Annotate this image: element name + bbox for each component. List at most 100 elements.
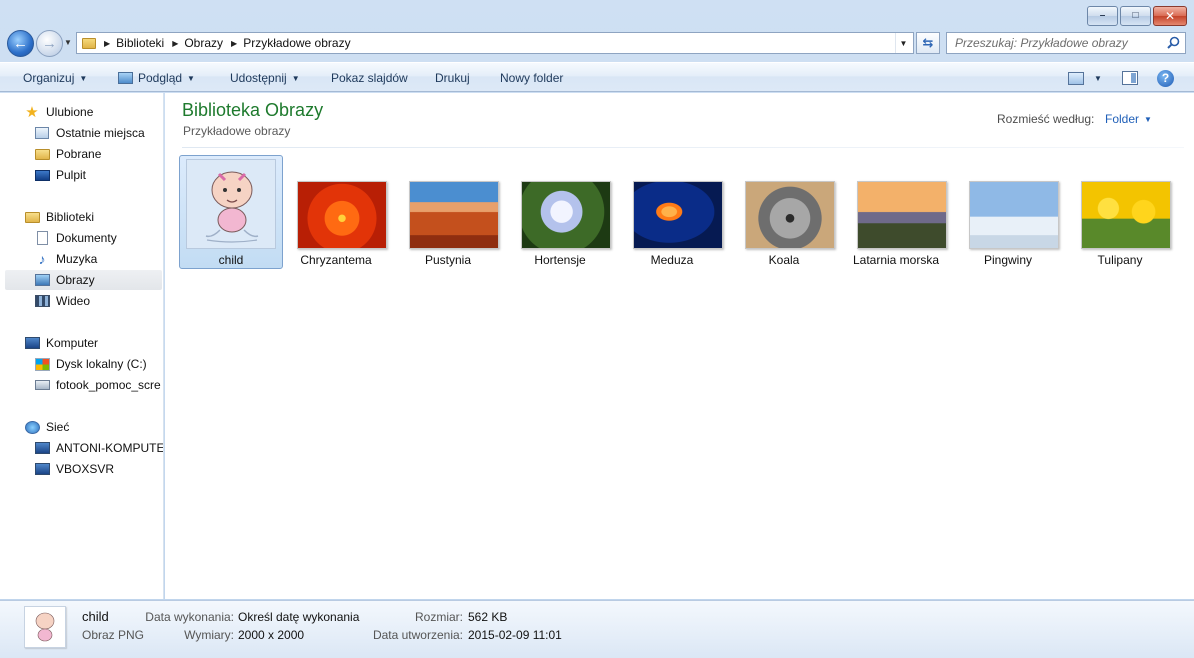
- file-name: Hortensje: [534, 253, 586, 267]
- back-arrow-icon: ←: [13, 35, 28, 52]
- maximize-icon: □: [1132, 10, 1139, 21]
- arrange-by-value: Folder: [1105, 112, 1140, 126]
- file-name: Chryzantema: [300, 253, 372, 267]
- search-icon[interactable]: [1167, 36, 1180, 49]
- breadcrumb-biblioteki[interactable]: Biblioteki: [116, 36, 164, 50]
- sidebar-item-label: Obrazy: [56, 273, 95, 287]
- videos-icon: [34, 294, 50, 308]
- refresh-button[interactable]: ⇆: [916, 32, 940, 54]
- baby-illustration-icon: [35, 612, 55, 642]
- dimensions-label: Wymiary:: [184, 628, 234, 642]
- search-box[interactable]: [946, 32, 1186, 54]
- sidebar-item-videos[interactable]: Wideo: [34, 291, 90, 311]
- change-view-button[interactable]: ▼: [1068, 68, 1102, 88]
- caret-down-icon: ▼: [291, 73, 300, 83]
- details-pane: child Obraz PNG Data wykonania: Określ d…: [0, 600, 1194, 658]
- file-tile-chryzantema[interactable]: Chryzantema: [284, 155, 388, 269]
- organize-button[interactable]: Organizuj ▼: [23, 69, 87, 87]
- sidebar-item-documents[interactable]: Dokumenty: [34, 228, 117, 248]
- thumbnail-chryzantema: [297, 181, 387, 249]
- thumbnail-child: [186, 159, 276, 249]
- navigation-bar: ← → ▼ ▶ Biblioteki ▶ Obrazy ▶ Przykładow…: [0, 28, 1194, 60]
- pictures-icon: [34, 273, 50, 287]
- new-folder-label: Nowy folder: [500, 71, 564, 85]
- arrange-by-dropdown[interactable]: Folder ▼: [1105, 112, 1152, 126]
- forward-arrow-icon: →: [42, 35, 57, 52]
- file-tile-hortensje[interactable]: Hortensje: [508, 155, 612, 269]
- date-taken-value[interactable]: Określ datę wykonania: [238, 610, 359, 624]
- breadcrumb-arrow-icon[interactable]: ▶: [104, 39, 110, 48]
- caret-down-icon: ▼: [1144, 114, 1152, 124]
- minimize-icon: –: [1099, 10, 1106, 21]
- address-dropdown[interactable]: ▼: [895, 33, 911, 53]
- command-bar: Organizuj ▼ Podgląd ▼ Udostępnij ▼ Pokaz sl…: [0, 62, 1194, 92]
- slideshow-button[interactable]: Pokaz slajdów: [331, 69, 408, 87]
- sidebar-item-label: Muzyka: [56, 252, 98, 266]
- libraries-icon: [24, 210, 40, 224]
- sidebar-item-favorites[interactable]: ★ Ulubione: [24, 102, 93, 122]
- created-value: 2015-02-09 11:01: [468, 628, 562, 642]
- sidebar-item-downloads[interactable]: Pobrane: [34, 144, 101, 164]
- share-button[interactable]: Udostępnij ▼: [230, 69, 300, 87]
- share-label: Udostępnij: [230, 71, 287, 85]
- thumbnail-pustynia: [409, 181, 499, 249]
- caret-down-icon: ▼: [79, 73, 88, 83]
- breadcrumb-obrazy[interactable]: Obrazy: [184, 36, 223, 50]
- arrange-by-label: Rozmieść według:: [997, 112, 1095, 126]
- date-taken-label: Data wykonania:: [145, 610, 234, 624]
- file-tile-koala[interactable]: Koala: [732, 155, 836, 269]
- sidebar-item-local-disk[interactable]: Dysk lokalny (C:): [34, 354, 147, 374]
- created-label: Data utworzenia:: [372, 628, 463, 642]
- sidebar-item-libraries[interactable]: Biblioteki: [24, 207, 94, 227]
- breadcrumb-arrow-icon[interactable]: ▶: [231, 39, 237, 48]
- breadcrumb-arrow-icon[interactable]: ▶: [172, 39, 178, 48]
- sidebar-item-label: ANTONI-KOMPUTE: [56, 441, 164, 455]
- file-tile-meduza[interactable]: Meduza: [620, 155, 724, 269]
- thumbnail-latarnia-morska: [857, 181, 947, 249]
- file-name: Pingwiny: [983, 253, 1033, 267]
- computer-icon: [24, 336, 40, 350]
- preview-pane-button[interactable]: [1122, 68, 1138, 88]
- sidebar-item-label: Pobrane: [56, 147, 102, 161]
- sidebar-item-computer[interactable]: Komputer: [24, 333, 98, 353]
- file-name: Koala: [768, 253, 800, 267]
- file-tile-child[interactable]: child: [179, 155, 283, 269]
- file-name: Latarnia morska: [852, 253, 940, 267]
- sidebar-item-label: Biblioteki: [46, 210, 95, 224]
- library-title: Biblioteka Obrazy: [182, 100, 324, 120]
- print-button[interactable]: Drukuj: [435, 69, 470, 87]
- help-button[interactable]: ?: [1157, 68, 1174, 88]
- sidebar-item-pictures[interactable]: Obrazy: [5, 270, 162, 290]
- search-input[interactable]: [947, 33, 1165, 53]
- caret-down-icon: ▼: [1094, 73, 1102, 83]
- sidebar-item-desktop[interactable]: Pulpit: [34, 165, 86, 185]
- address-bar[interactable]: ▶ Biblioteki ▶ Obrazy ▶ Przykładowe obra…: [76, 32, 914, 54]
- file-tile-pustynia[interactable]: Pustynia: [396, 155, 500, 269]
- dimensions-value: 2000 x 2000: [238, 628, 305, 642]
- baby-illustration-icon: [205, 171, 259, 243]
- sidebar-item-network[interactable]: Sieć: [24, 417, 69, 437]
- sidebar-item-music[interactable]: ♪ Muzyka: [34, 249, 98, 269]
- back-button[interactable]: ←: [7, 30, 34, 57]
- maximize-button[interactable]: □: [1120, 6, 1151, 26]
- sidebar-item-label: Komputer: [46, 336, 99, 350]
- file-tile-pingwiny[interactable]: Pingwiny: [956, 155, 1060, 269]
- minimize-button[interactable]: –: [1087, 6, 1118, 26]
- file-tile-latarnia-morska[interactable]: Latarnia morska: [844, 155, 948, 269]
- forward-button[interactable]: →: [36, 30, 63, 57]
- preview-button[interactable]: Podgląd ▼: [118, 69, 195, 87]
- sidebar-item-pc-antoni[interactable]: ANTONI-KOMPUTE: [34, 438, 164, 458]
- network-drive-icon: [34, 378, 50, 392]
- new-folder-button[interactable]: Nowy folder: [500, 69, 563, 87]
- size-value: 562 KB: [468, 610, 508, 624]
- recent-pages-dropdown[interactable]: ▼: [64, 38, 74, 50]
- file-tile-tulipany[interactable]: Tulipany: [1068, 155, 1172, 269]
- details-thumbnail: [24, 606, 66, 648]
- sidebar-item-label: Ostatnie miejsca: [56, 126, 145, 140]
- close-button[interactable]: ✕: [1153, 6, 1187, 26]
- sidebar-item-pc-vboxsvr[interactable]: VBOXSVR: [34, 459, 114, 479]
- breadcrumb-przykladowe-obrazy[interactable]: Przykładowe obrazy: [243, 36, 350, 50]
- computer-icon: [34, 441, 50, 455]
- sidebar-item-network-drive[interactable]: fotook_pomoc_scre: [34, 375, 161, 395]
- sidebar-item-recent[interactable]: Ostatnie miejsca: [34, 123, 145, 143]
